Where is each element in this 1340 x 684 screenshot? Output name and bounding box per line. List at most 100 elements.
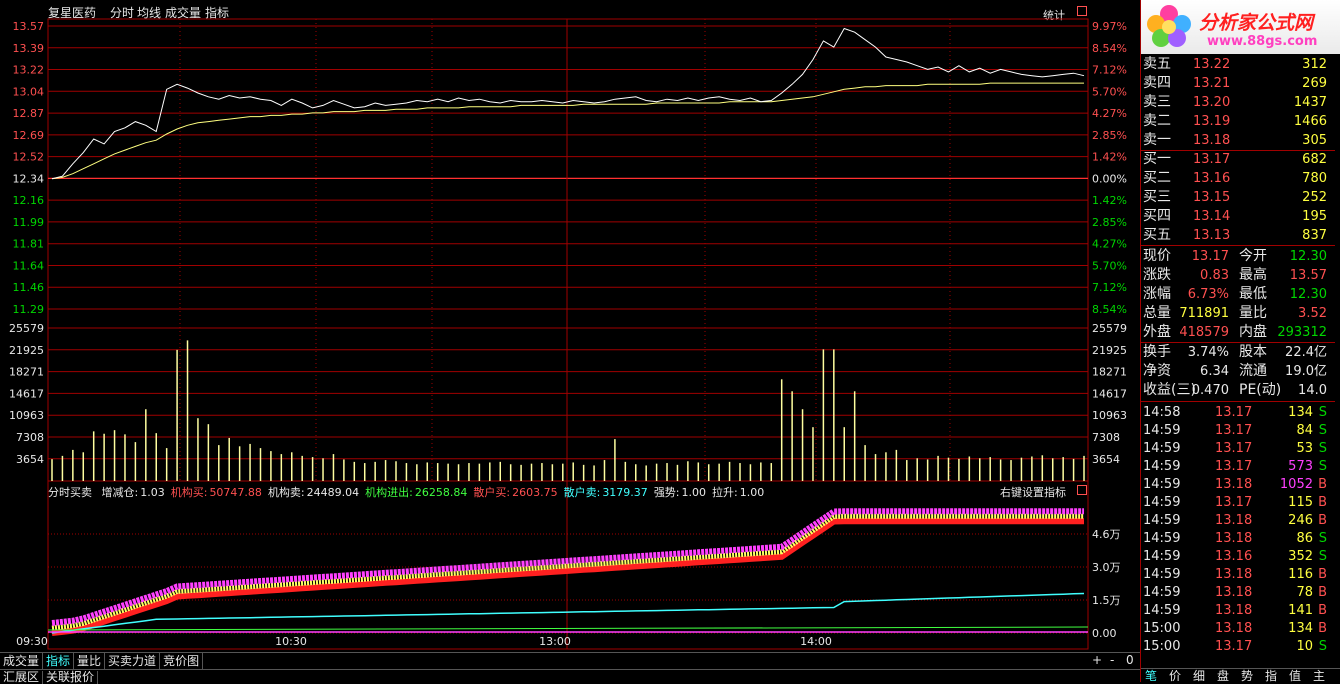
level-label: 买五 <box>1143 227 1171 243</box>
quote-row[interactable]: 收益(三) 0.470 PE(动) 14.0 <box>1141 381 1335 400</box>
volume-tick-label: 3654 <box>16 453 44 466</box>
trade-row[interactable]: 14:59 13.17 53 S <box>1141 439 1335 458</box>
side-tab[interactable]: 值 <box>1289 669 1301 683</box>
side-tab[interactable]: 势 <box>1241 669 1253 683</box>
side-tab[interactable]: 主 <box>1313 669 1325 683</box>
price-tick-label: 11.99 <box>13 216 45 229</box>
side-tab[interactable]: 指 <box>1265 669 1277 683</box>
quote-row[interactable]: 总量 711891 量比 3.52 <box>1141 304 1335 323</box>
trade-row[interactable]: 14:59 13.18 141 B <box>1141 601 1335 620</box>
tab-volume-ratio[interactable]: 量比 <box>74 653 106 669</box>
trade-time: 14:59 <box>1143 531 1181 546</box>
level-label: 卖二 <box>1143 113 1171 129</box>
tab-buy-sell-force[interactable]: 买卖力道 <box>105 653 161 669</box>
indicator-item-label: 机构卖: <box>267 486 305 499</box>
bid-level[interactable]: 买一 13.17 682 <box>1141 150 1335 169</box>
trade-row[interactable]: 14:59 13.18 86 S <box>1141 529 1335 548</box>
bid-level[interactable]: 买三 13.15 252 <box>1141 188 1335 207</box>
trade-row[interactable]: 15:00 13.18 134 B <box>1141 619 1335 638</box>
trade-row[interactable]: 14:59 13.16 352 S <box>1141 547 1335 566</box>
quote-label: 今开 <box>1239 248 1267 264</box>
tab-sector[interactable]: 汇展区 <box>0 671 44 684</box>
percent-tick-label: 2.85% <box>1092 129 1127 142</box>
trade-side: S <box>1318 549 1327 564</box>
volume-tick-label: 25579 <box>9 322 44 335</box>
trade-side: S <box>1318 459 1327 474</box>
ask-level[interactable]: 卖三 13.20 1437 <box>1141 93 1335 112</box>
bid-level[interactable]: 买四 13.14 195 <box>1141 207 1335 226</box>
trade-row[interactable]: 14:59 13.17 115 B <box>1141 493 1335 512</box>
right-panel: 分析家公式网 www.88gs.com 卖五 13.22 312 卖四 13.21 269… <box>1140 0 1340 683</box>
trade-volume: 352 <box>1288 549 1313 564</box>
volume-tick-label: 21925 <box>9 344 44 357</box>
quote-row[interactable]: 现价 13.17 今开 12.30 <box>1141 247 1335 266</box>
percent-tick-label: 7.12% <box>1092 281 1127 294</box>
trade-row[interactable]: 14:59 13.18 246 B <box>1141 511 1335 530</box>
side-tab[interactable]: 笔 <box>1145 669 1157 683</box>
tab-volume[interactable]: 成交量 <box>0 653 44 669</box>
quote-label: PE(动) <box>1239 382 1282 398</box>
trade-row[interactable]: 14:59 13.17 573 S <box>1141 457 1335 476</box>
side-tab[interactable]: 价 <box>1169 669 1181 683</box>
percent-tick-label: 2.85% <box>1092 216 1127 229</box>
time-tick-label: 10:30 <box>275 635 307 648</box>
trade-side: B <box>1318 477 1327 492</box>
institution-buy-line <box>51 518 1084 636</box>
ask-level[interactable]: 卖五 13.22 312 <box>1141 55 1335 74</box>
trade-row[interactable]: 14:59 13.18 116 B <box>1141 565 1335 584</box>
tab-auction-chart[interactable]: 竞价图 <box>160 653 204 669</box>
trade-row[interactable]: 14:59 13.17 84 S <box>1141 421 1335 440</box>
zoom-reset-button[interactable]: 0 <box>1126 653 1134 667</box>
price-tick-label: 11.64 <box>13 259 45 272</box>
price-tick-label: 13.04 <box>13 85 45 98</box>
trade-side: S <box>1318 639 1327 654</box>
price-tick-label: 12.16 <box>13 194 45 207</box>
close-icon[interactable] <box>1077 485 1087 495</box>
indicator-settings-link[interactable]: 右键设置指标 <box>1000 484 1066 500</box>
trade-price: 13.17 <box>1215 639 1253 654</box>
bid-level[interactable]: 买二 13.16 780 <box>1141 169 1335 188</box>
indicator-item-value: 26258.84 <box>414 486 468 499</box>
bid-level[interactable]: 买五 13.13 837 <box>1141 226 1335 245</box>
tab-indicator[interactable]: 指标 <box>43 653 75 669</box>
trade-volume: 53 <box>1296 441 1313 456</box>
trade-row[interactable]: 14:58 13.17 134 S <box>1141 403 1335 422</box>
bottom-tab-bar: 成交量 指标 量比 买卖力道 竞价图 <box>0 652 1140 669</box>
ask-level[interactable]: 卖二 13.19 1466 <box>1141 112 1335 131</box>
zoom-out-button[interactable]: - <box>1110 653 1114 667</box>
trade-row[interactable]: 15:00 13.17 10 S <box>1141 637 1335 656</box>
price-tick-label: 12.69 <box>13 129 45 142</box>
quote-row[interactable]: 外盘 418579 内盘 293312 <box>1141 323 1335 342</box>
trade-price: 13.16 <box>1215 549 1253 564</box>
trade-time: 14:59 <box>1143 495 1181 510</box>
trade-side: S <box>1318 441 1327 456</box>
quote-row[interactable]: 净资 6.34 流通 19.0亿 <box>1141 362 1335 381</box>
zoom-in-button[interactable]: + <box>1092 653 1102 667</box>
quote-value: 711891 <box>1179 306 1229 321</box>
ask-level[interactable]: 卖四 13.21 269 <box>1141 74 1335 93</box>
side-tab[interactable]: 盘 <box>1217 669 1229 683</box>
level-label: 买三 <box>1143 189 1171 205</box>
quote-row[interactable]: 换手 3.74% 股本 22.4亿 <box>1141 343 1335 362</box>
ask-level[interactable]: 卖一 13.18 305 <box>1141 131 1335 150</box>
trade-row[interactable]: 14:59 13.18 1052 B <box>1141 475 1335 494</box>
quote-label: 净资 <box>1143 363 1171 379</box>
trade-side: B <box>1318 495 1327 510</box>
side-tab[interactable]: 细 <box>1193 669 1205 683</box>
quote-label: 换手 <box>1143 344 1171 360</box>
indicator-item-value: 50747.88 <box>209 486 262 499</box>
volume-tick-label-right: 10963 <box>1092 409 1127 422</box>
trade-row[interactable]: 14:59 13.18 78 B <box>1141 583 1335 602</box>
quote-row[interactable]: 涨幅 6.73% 最低 12.30 <box>1141 285 1335 304</box>
trade-time: 14:58 <box>1143 405 1181 420</box>
trade-volume: 116 <box>1288 567 1313 582</box>
tab-related-quote[interactable]: 关联报价 <box>43 671 99 684</box>
quote-value: 0.83 <box>1200 268 1229 283</box>
quote-row[interactable]: 涨跌 0.83 最高 13.57 <box>1141 266 1335 285</box>
percent-tick-label: 1.42% <box>1092 194 1127 207</box>
quote-value: 12.30 <box>1289 287 1327 302</box>
percent-tick-label: 4.27% <box>1092 238 1127 251</box>
indicator-item-value: 1.03 <box>140 486 165 499</box>
logo: 分析家公式网 www.88gs.com <box>1141 0 1340 54</box>
indicator-item-value: 2603.75 <box>512 486 558 499</box>
